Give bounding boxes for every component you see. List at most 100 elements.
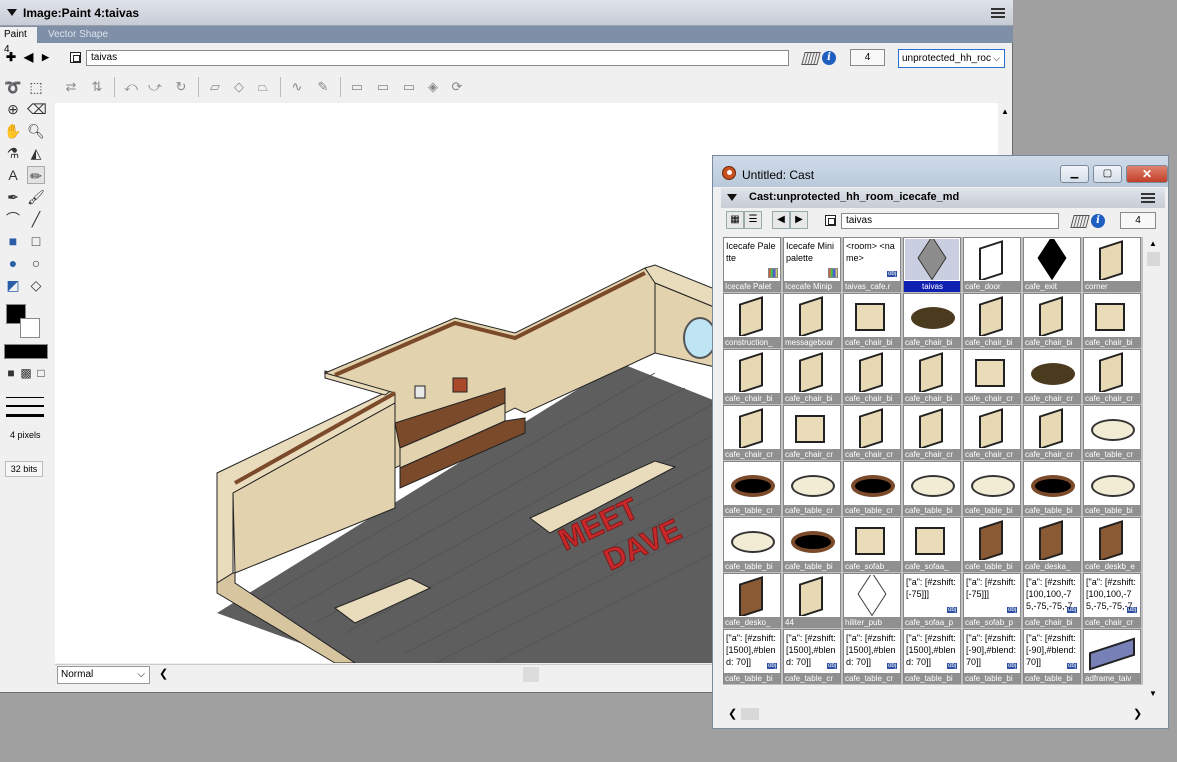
cast-member-cell[interactable]: obj ["a": [#zshift: [100,100,-75,-75,-75,… bbox=[1023, 573, 1081, 628]
skew-icon[interactable]: ▱ bbox=[206, 78, 224, 96]
scroll-down-arrow-icon[interactable]: ▼ bbox=[1149, 689, 1157, 698]
scroll-up-arrow-icon[interactable]: ▲ bbox=[1149, 239, 1157, 248]
cast-member-cell[interactable]: adframe_taiv bbox=[1083, 629, 1141, 684]
rectangle-icon[interactable]: □ bbox=[27, 232, 45, 250]
cast-member-cell[interactable]: messageboar bbox=[783, 293, 841, 348]
air-brush-icon[interactable]: ✒ bbox=[4, 188, 22, 206]
cast-member-cell[interactable]: cafe_table_bi bbox=[1083, 461, 1141, 516]
fill-icon[interactable]: ▭ bbox=[348, 78, 366, 96]
ink-mode-select[interactable]: Normal ⌵ bbox=[57, 666, 150, 684]
invert-icon[interactable]: ▭ bbox=[374, 78, 392, 96]
blank-pattern-icon[interactable]: □ bbox=[32, 364, 50, 382]
cast-member-cell[interactable]: corner bbox=[1083, 237, 1141, 292]
cast-member-cell[interactable]: cafe_table_cr bbox=[1083, 405, 1141, 460]
cast-member-cell[interactable]: cafe_table_bi bbox=[723, 517, 781, 572]
cast-member-cell[interactable]: cafe_table_bi bbox=[783, 517, 841, 572]
cast-member-cell[interactable]: cafe_chair_cr bbox=[1023, 405, 1081, 460]
cast-member-cell[interactable]: obj ["a": [#zshift: [-75]]] cafe_sofab_p bbox=[963, 573, 1021, 628]
previous-member-icon[interactable]: ◀ bbox=[772, 211, 790, 229]
drag-member-icon[interactable] bbox=[70, 52, 81, 63]
cast-member-cell[interactable]: cafe_deskb_e bbox=[1083, 517, 1141, 572]
drag-member-icon[interactable] bbox=[825, 215, 836, 226]
lasso-icon[interactable]: ➰ bbox=[4, 78, 22, 96]
cast-window-titlebar[interactable]: Untitled: Cast ▁ ▢ ✕ bbox=[713, 156, 1168, 187]
cast-member-cell[interactable]: cafe_table_cr bbox=[723, 461, 781, 516]
script-icon[interactable] bbox=[1070, 215, 1090, 228]
zoom-icon[interactable]: 🔍︎ bbox=[27, 122, 45, 140]
horizontal-scroll-thumb[interactable] bbox=[523, 667, 539, 682]
next-member-icon[interactable]: ▶ bbox=[42, 52, 49, 63]
cast-member-name-field[interactable]: taivas bbox=[841, 213, 1059, 229]
cast-member-cell[interactable]: cafe_chair_bi bbox=[783, 349, 841, 404]
arc-icon[interactable]: ⌒ bbox=[4, 210, 22, 228]
close-button[interactable]: ✕ bbox=[1126, 165, 1168, 183]
add-member-icon[interactable]: ✚ bbox=[6, 50, 16, 64]
hand-icon[interactable]: ✋ bbox=[4, 122, 22, 140]
next-member-icon[interactable]: ▶ bbox=[790, 211, 808, 229]
cast-member-cell[interactable]: cafe_sofaa_ bbox=[903, 517, 961, 572]
scroll-thumb[interactable] bbox=[1147, 252, 1160, 266]
paint-bucket-icon[interactable]: ◭ bbox=[27, 144, 45, 162]
cast-member-cell[interactable]: obj <room> <name> taivas_cafe.r bbox=[843, 237, 901, 292]
cast-member-cell[interactable]: cafe_table_bi bbox=[903, 461, 961, 516]
line-icon[interactable]: ╱ bbox=[27, 210, 45, 228]
cast-member-cell[interactable]: cafe_chair_bi bbox=[903, 293, 961, 348]
cast-member-cell[interactable]: obj ["a": [#zshift: [-75]]] cafe_sofaa_p bbox=[903, 573, 961, 628]
thumbnail-view-icon[interactable]: ▦ bbox=[726, 211, 744, 229]
cast-member-cell[interactable]: cafe_table_bi bbox=[963, 517, 1021, 572]
script-icon[interactable] bbox=[801, 52, 821, 65]
rotate-right-icon[interactable]: ⤻ bbox=[146, 78, 164, 96]
cast-member-cell[interactable]: cafe_sofab_ bbox=[843, 517, 901, 572]
perspective-icon[interactable]: ⏢ bbox=[254, 78, 272, 96]
darken-icon[interactable]: ▭ bbox=[400, 78, 418, 96]
text-tool-icon[interactable]: A bbox=[4, 166, 22, 184]
rotate-left-icon[interactable]: ⤺ bbox=[122, 78, 140, 96]
cast-vertical-scrollbar[interactable]: ▲ ▼ bbox=[1145, 237, 1162, 705]
minimize-button[interactable]: ▁ bbox=[1060, 165, 1089, 183]
cast-member-cell[interactable]: construction_ bbox=[723, 293, 781, 348]
maximize-button[interactable]: ▢ bbox=[1093, 165, 1122, 183]
cast-member-cell[interactable]: cafe_chair_bi bbox=[843, 349, 901, 404]
cast-member-cell[interactable]: cafe_chair_cr bbox=[1023, 349, 1081, 404]
cast-member-cell[interactable]: obj ["a": [#zshift: [100,100,-75,-75,-75,… bbox=[1083, 573, 1141, 628]
panel-menu-icon[interactable] bbox=[1141, 193, 1155, 204]
polygon-icon[interactable]: ◇ bbox=[27, 276, 45, 294]
flip-vertical-icon[interactable]: ⇅ bbox=[88, 78, 106, 96]
cast-member-cell[interactable]: cafe_chair_cr bbox=[843, 405, 901, 460]
cast-library-dropdown[interactable]: unprotected_hh_roc ⌵ bbox=[898, 49, 1005, 68]
cast-member-cell[interactable]: cafe_chair_cr bbox=[963, 349, 1021, 404]
cast-member-cell[interactable]: obj ["a": [#zshift: [1500],#blend: 70]] ca… bbox=[783, 629, 841, 684]
cast-member-cell[interactable]: cafe_table_cr bbox=[783, 461, 841, 516]
cast-member-cell[interactable]: cafe_chair_bi bbox=[723, 349, 781, 404]
cast-horizontal-scrollbar[interactable]: ❮ ❯ bbox=[723, 706, 1143, 722]
scroll-right-arrow-icon[interactable]: ❯ bbox=[1133, 707, 1142, 720]
trace-edges-icon[interactable]: ✎ bbox=[314, 78, 332, 96]
scroll-thumb[interactable] bbox=[741, 708, 759, 720]
cast-member-cell[interactable]: Icecafe Minipalette Icecafe Minip bbox=[783, 237, 841, 292]
pencil-icon[interactable]: ✏ bbox=[27, 166, 45, 184]
cast-member-cell[interactable]: cafe_chair_bi bbox=[963, 293, 1021, 348]
ellipse-icon[interactable]: ○ bbox=[27, 254, 45, 272]
switch-colors-icon[interactable]: ⟳ bbox=[448, 78, 466, 96]
cast-member-cell[interactable]: obj ["a": [#zshift: [-90],#blend: 70]] caf… bbox=[1023, 629, 1081, 684]
color-depth-button[interactable]: 32 bits bbox=[5, 461, 43, 477]
scroll-left-arrow-icon[interactable]: ❮ bbox=[728, 707, 737, 720]
cast-member-cell[interactable]: cafe_table_cr bbox=[843, 461, 901, 516]
collapse-triangle-icon[interactable] bbox=[727, 194, 737, 201]
cast-member-cell[interactable]: cafe_door bbox=[963, 237, 1021, 292]
line-width-options[interactable] bbox=[6, 397, 44, 424]
list-view-icon[interactable]: ☰ bbox=[744, 211, 762, 229]
tab-vector-shape[interactable]: Vector Shape bbox=[44, 27, 112, 43]
cast-member-cell[interactable]: cafe_table_bi bbox=[1023, 461, 1081, 516]
panel-menu-icon[interactable] bbox=[991, 8, 1005, 19]
marquee-icon[interactable]: ⬚ bbox=[27, 78, 45, 96]
filled-ellipse-icon[interactable]: ● bbox=[4, 254, 22, 272]
cast-member-cell[interactable]: cafe_chair_cr bbox=[963, 405, 1021, 460]
tab-paint[interactable]: Paint 4 bbox=[0, 27, 37, 55]
cast-member-cell[interactable]: cafe_desko_ bbox=[723, 573, 781, 628]
brush-icon[interactable]: 🖌︎ bbox=[27, 188, 45, 206]
filled-polygon-icon[interactable]: ◩ bbox=[4, 276, 22, 294]
cast-member-cell[interactable]: obj ["a": [#zshift: [1500],#blend: 70]] ca… bbox=[843, 629, 901, 684]
cast-member-cell[interactable]: cafe_chair_bi bbox=[903, 349, 961, 404]
cast-member-cell[interactable]: cafe_chair_cr bbox=[783, 405, 841, 460]
